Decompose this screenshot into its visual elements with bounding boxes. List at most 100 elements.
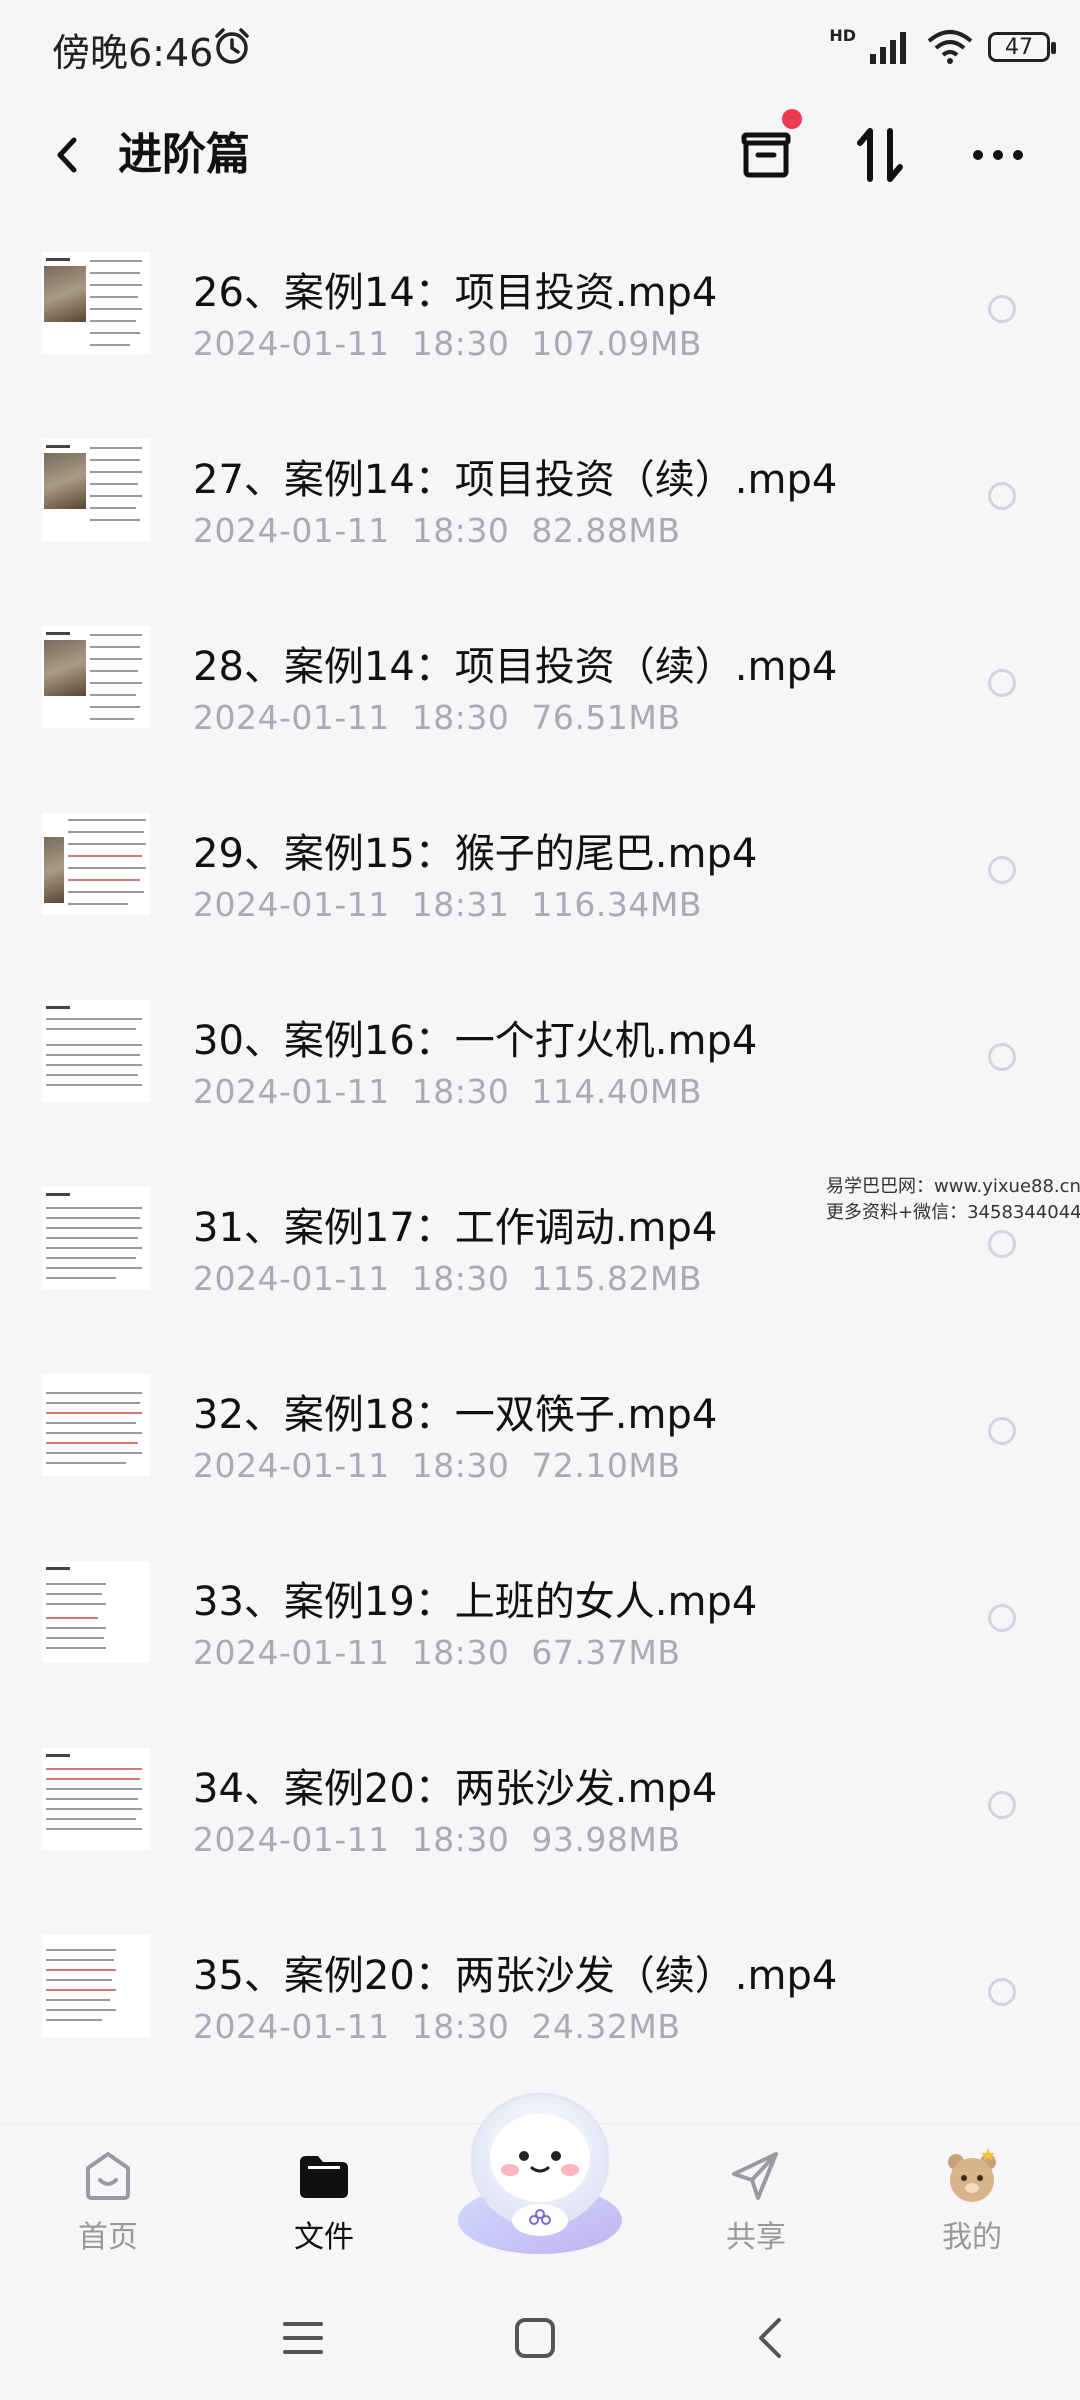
file-size: 115.82MB [531,1259,702,1298]
nav-label-files: 文件 [294,2220,354,2255]
select-radio[interactable] [988,1417,1016,1445]
nav-label-mine: 我的 [942,2220,1002,2255]
file-time: 18:30 [411,2007,510,2046]
status-bar: 傍晚6:46 HD 47 [0,0,1080,100]
watermark-line-2: 更多资料+微信：3458344044 [826,1202,1080,1223]
nav-item-share[interactable]: 共享 [676,2124,836,2274]
more-options-button[interactable] [958,115,1038,195]
file-time: 18:30 [411,1820,510,1859]
select-radio[interactable] [988,1043,1016,1071]
select-radio[interactable] [988,856,1016,884]
select-radio[interactable] [988,1978,1016,2006]
signal-icon [870,32,906,64]
battery-level: 47 [1005,34,1033,60]
file-size: 107.09MB [531,324,702,363]
transfer-list-button[interactable] [726,109,806,195]
file-row[interactable]: 29、案例15：猴子的尾巴.mp4 2024-01-11 18:31 116.34M… [0,779,1080,966]
file-meta: 2024-01-11 18:30 24.32MB [193,2007,702,2046]
file-name: 30、案例16：一个打火机.mp4 [193,1018,758,1064]
chevron-left-icon [759,2318,781,2358]
file-time: 18:30 [411,1633,510,1672]
home-icon [86,2152,130,2200]
file-size: 116.34MB [531,885,702,924]
file-time: 18:30 [411,511,510,550]
file-row[interactable]: 28、案例14：项目投资（续）.mp4 2024-01-11 18:30 76.51… [0,592,1080,779]
watermark: 易学巴巴网：www.yixue88.cn 更多资料+微信：3458344044 [826,1174,1080,1226]
home-button[interactable] [500,2303,570,2373]
file-date: 2024-01-11 [193,885,390,924]
file-row[interactable]: 34、案例20：两张沙发.mp4 2024-01-11 18:30 93.98MB [0,1714,1080,1901]
file-date: 2024-01-11 [193,1820,390,1859]
file-name: 28、案例14：项目投资（续）.mp4 [193,644,838,690]
chevron-left-icon [57,137,77,173]
file-date: 2024-01-11 [193,1072,390,1111]
video-thumbnail [42,626,150,728]
ai-assistant-mascot-button[interactable] [440,2070,640,2260]
file-name: 34、案例20：两张沙发.mp4 [193,1766,718,1812]
nav-label-home: 首页 [78,2220,138,2255]
file-meta: 2024-01-11 18:30 93.98MB [193,1820,702,1859]
video-thumbnail [42,813,150,915]
folder-icon [300,2156,348,2198]
file-meta: 2024-01-11 18:30 114.40MB [193,1072,724,1111]
file-time: 18:31 [411,885,510,924]
select-radio[interactable] [988,1791,1016,1819]
archive-box-icon [741,132,791,178]
file-meta: 2024-01-11 18:30 76.51MB [193,698,702,737]
system-back-button[interactable] [736,2303,806,2373]
file-name: 31、案例17：工作调动.mp4 [193,1205,718,1251]
network-type-label: HD [829,26,856,45]
select-radio[interactable] [988,1230,1016,1258]
notification-dot [782,109,802,129]
recent-apps-button[interactable] [268,2303,338,2373]
file-date: 2024-01-11 [193,1259,390,1298]
astronaut-mascot-icon [458,2092,622,2254]
file-time: 18:30 [411,324,510,363]
square-icon [515,2318,555,2358]
status-time: 傍晚6:46 [52,31,214,75]
back-button[interactable] [40,120,100,190]
file-name: 33、案例19：上班的女人.mp4 [193,1579,758,1625]
file-name: 32、案例18：一双筷子.mp4 [193,1392,718,1438]
sort-button[interactable] [840,115,920,195]
watermark-line-1: 易学巴巴网：www.yixue88.cn [826,1176,1080,1197]
file-date: 2024-01-11 [193,324,390,363]
file-meta: 2024-01-11 18:30 67.37MB [193,1633,702,1672]
file-list: 26、案例14：项目投资.mp4 2024-01-11 18:30 107.09MB… [0,218,1080,2088]
file-time: 18:30 [411,1259,510,1298]
file-time: 18:30 [411,1072,510,1111]
video-thumbnail [42,1935,150,2037]
select-radio[interactable] [988,482,1016,510]
nav-item-mine[interactable]: 我的 [892,2124,1052,2274]
file-meta: 2024-01-11 18:30 115.82MB [193,1259,724,1298]
file-name: 29、案例15：猴子的尾巴.mp4 [193,831,758,877]
battery-icon: 47 [988,32,1056,62]
alarm-icon [215,28,249,64]
file-date: 2024-01-11 [193,2007,390,2046]
video-thumbnail [42,1187,150,1289]
file-row[interactable]: 35、案例20：两张沙发（续）.mp4 2024-01-11 18:30 24.32… [0,1901,1080,2088]
file-date: 2024-01-11 [193,1446,390,1485]
select-radio[interactable] [988,295,1016,323]
nav-label-share: 共享 [726,2220,786,2255]
file-row[interactable]: 30、案例16：一个打火机.mp4 2024-01-11 18:30 114.40M… [0,966,1080,1153]
file-row[interactable]: 33、案例19：上班的女人.mp4 2024-01-11 18:30 67.37MB [0,1527,1080,1714]
system-navigation-bar [0,2273,1080,2400]
nav-item-home[interactable]: 首页 [28,2124,188,2274]
file-row[interactable]: 32、案例18：一双筷子.mp4 2024-01-11 18:30 72.10MB [0,1340,1080,1527]
file-time: 18:30 [411,698,510,737]
top-app-bar: 进阶篇 [0,100,1080,220]
file-date: 2024-01-11 [193,511,390,550]
video-thumbnail [42,1561,150,1663]
status-icons: HD 47 [829,22,1056,72]
file-row[interactable]: 27、案例14：项目投资（续）.mp4 2024-01-11 18:30 82.88… [0,405,1080,592]
menu-icon [283,2322,323,2354]
file-size: 24.32MB [531,2007,681,2046]
select-radio[interactable] [988,669,1016,697]
file-row[interactable]: 26、案例14：项目投资.mp4 2024-01-11 18:30 107.09MB [0,218,1080,405]
file-name: 35、案例20：两张沙发（续）.mp4 [193,1953,838,1999]
nav-item-files[interactable]: 文件 [244,2124,404,2274]
file-size: 72.10MB [531,1446,681,1485]
select-radio[interactable] [988,1604,1016,1632]
wifi-icon [927,30,973,64]
